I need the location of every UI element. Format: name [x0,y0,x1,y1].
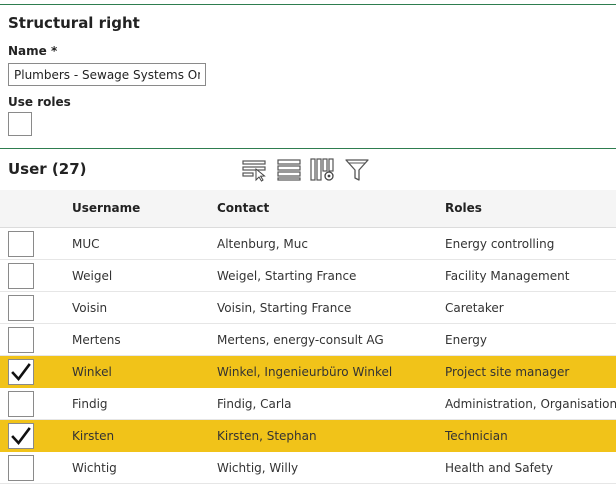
cell-roles: Administration, Organisation [445,397,616,411]
cell-roles: Project site manager [445,365,570,379]
list-view-button[interactable] [274,156,304,184]
cell-username: Findig [72,397,108,411]
cell-contact: Findig, Carla [217,397,292,411]
list-view-icon [277,159,301,181]
grid-toolbar [240,155,376,185]
column-header-contact[interactable]: Contact [217,190,269,227]
cell-username: MUC [72,237,100,251]
cell-username: Weigel [72,269,113,283]
users-grid: Username Contact Roles MUC Altenburg, Muc… [0,190,616,484]
table-row[interactable]: Weigel Weigel, Starting France Facility Ma… [0,260,616,292]
cell-roles: Technician [445,429,508,443]
cell-contact: Mertens, energy-consult AG [217,333,384,347]
cell-roles: Energy [445,333,488,347]
cell-roles: Facility Management [445,269,570,283]
cell-username: Voisin [72,301,108,315]
use-roles-checkbox[interactable] [8,112,32,136]
users-divider [0,148,616,149]
row-checkbox[interactable] [8,391,34,417]
cell-roles: Health and Safety [445,461,553,475]
table-row[interactable]: Mertens Mertens, energy-consult AG Energy [0,324,616,356]
table-row[interactable]: Wichtig Wichtig, Willy Health and Safety [0,452,616,484]
users-title: User (27) [8,160,87,178]
cell-contact: Winkel, Ingenieurbüro Winkel [217,365,393,379]
section-title: Structural right [8,14,140,32]
column-header-roles[interactable]: Roles [445,190,482,227]
row-checkbox[interactable] [8,423,34,449]
cell-contact: Voisin, Starting France [217,301,352,315]
cell-contact: Weigel, Starting France [217,269,357,283]
use-roles-label: Use roles [8,95,71,109]
row-checkbox[interactable] [8,455,34,481]
filter-icon [345,159,369,181]
select-rows-button[interactable] [240,156,270,184]
row-checkbox[interactable] [8,327,34,353]
column-header-username[interactable]: Username [72,190,140,227]
column-settings-icon [310,158,334,181]
cell-username: Winkel [72,365,112,379]
row-checkbox[interactable] [8,231,34,257]
table-row[interactable]: Findig Findig, Carla Administration, Organ… [0,388,616,420]
name-label: Name * [8,44,58,58]
top-divider [0,4,616,5]
row-checkbox[interactable] [8,295,34,321]
cell-roles: Energy controlling [445,237,555,251]
table-row[interactable]: Winkel Winkel, Ingenieurbüro Winkel Projec… [0,356,616,388]
row-checkbox[interactable] [8,359,34,385]
grid-header: Username Contact Roles [0,190,616,228]
cell-username: Mertens [72,333,121,347]
cell-username: Wichtig [72,461,117,475]
table-row[interactable]: Voisin Voisin, Starting France Caretaker [0,292,616,324]
cell-username: Kirsten [72,429,115,443]
checkmark-icon [11,363,31,382]
cell-contact: Altenburg, Muc [217,237,308,251]
name-input[interactable] [8,63,206,86]
table-row[interactable]: MUC Altenburg, Muc Energy controlling [0,228,616,260]
cell-contact: Kirsten, Stephan [217,429,317,443]
select-rows-icon [242,160,266,182]
column-settings-button[interactable] [308,156,338,184]
table-row[interactable]: Kirsten Kirsten, Stephan Technician [0,420,616,452]
filter-button[interactable] [342,156,372,184]
cell-contact: Wichtig, Willy [217,461,299,475]
cell-roles: Caretaker [445,301,504,315]
row-checkbox[interactable] [8,263,34,289]
checkmark-icon [11,427,31,446]
